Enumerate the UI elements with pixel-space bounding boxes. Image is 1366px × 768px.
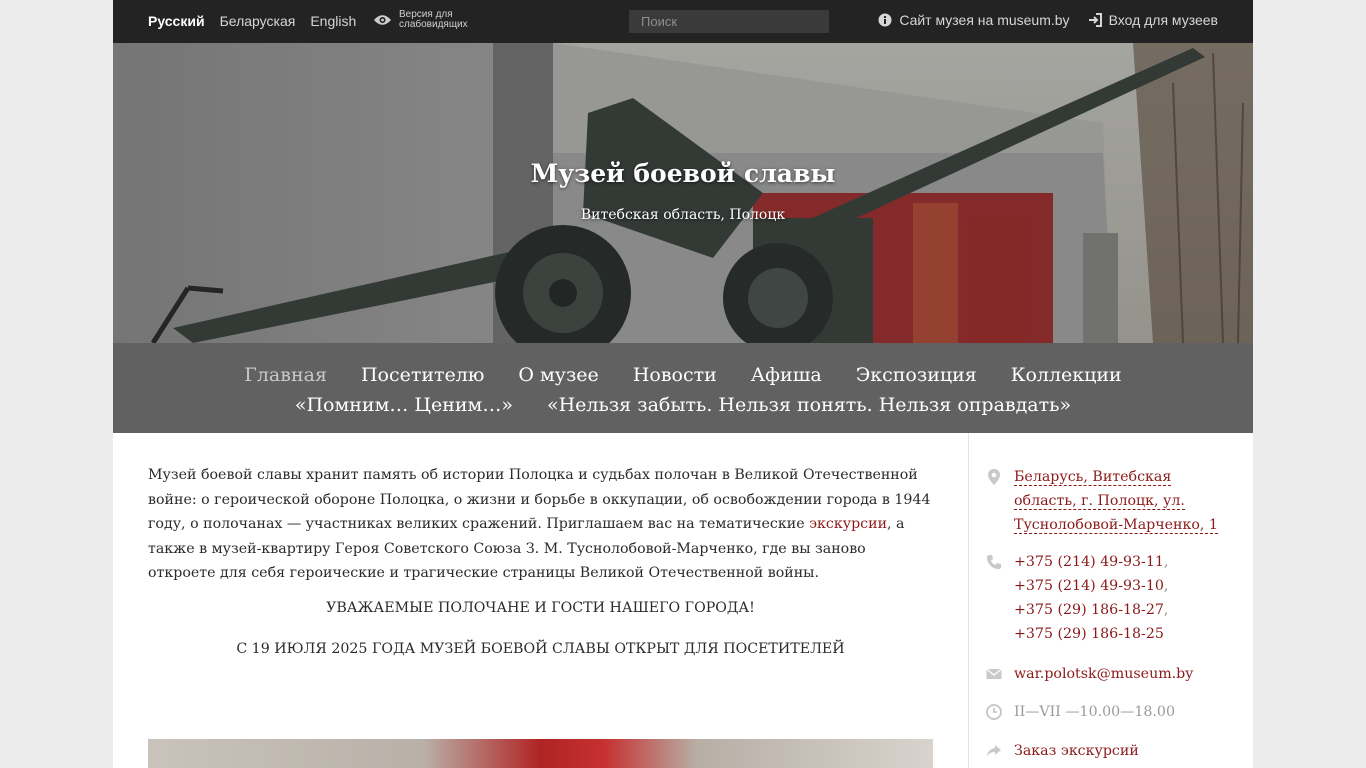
phone-3[interactable]: +375 (29) 186-18-27: [1014, 602, 1164, 618]
top-links: Сайт музея на museum.by Вход для музеев: [878, 12, 1218, 28]
nav-item-news[interactable]: Новости: [633, 360, 717, 390]
nav-item-visitor[interactable]: Посетителю: [361, 360, 484, 390]
museum-site-link[interactable]: Сайт музея на museum.by: [878, 12, 1070, 28]
map-pin-icon: [988, 469, 1000, 485]
clock-icon: [986, 704, 1002, 720]
excursions-link[interactable]: экскурсии: [809, 516, 887, 532]
nav-item-exposition[interactable]: Экспозиция: [856, 360, 977, 390]
address-row: Беларусь, Витебская область, г. Полоцк, …: [986, 465, 1236, 537]
lang-english[interactable]: English: [310, 13, 356, 29]
phone-2[interactable]: +375 (214) 49-93-10: [1014, 578, 1164, 594]
envelope-icon: [986, 668, 1002, 679]
phone-4[interactable]: +375 (29) 186-18-25: [1014, 626, 1164, 642]
share-arrow-icon: [987, 745, 1001, 757]
tour-order-link[interactable]: Заказ экскурсий: [1014, 739, 1139, 767]
nav-item-home[interactable]: Главная: [244, 360, 327, 390]
page-title: Музей боевой славы: [530, 159, 836, 188]
nav-item-collections[interactable]: Коллекции: [1011, 360, 1122, 390]
login-icon: [1088, 13, 1102, 27]
hours-row: II—VII —10.00—18.00: [986, 700, 1175, 728]
language-switcher: Русский Беларуская English: [148, 13, 356, 29]
email-link[interactable]: war.polotsk@museum.by: [1014, 662, 1193, 690]
page: Русский Беларуская English Версия для сл…: [113, 0, 1253, 768]
info-icon: [878, 13, 892, 27]
opening-hours: II—VII —10.00—18.00: [1014, 704, 1175, 720]
email-row: war.polotsk@museum.by: [986, 662, 1193, 690]
phone-icon: [987, 555, 1001, 569]
low-vision-label: Версия для слабовидящих: [399, 9, 468, 30]
search-input[interactable]: [629, 10, 829, 33]
museum-login-link[interactable]: Вход для музеев: [1088, 12, 1218, 28]
nav-item-cannot-forget[interactable]: «Нельзя забыть. Нельзя понять. Нельзя оп…: [547, 390, 1071, 420]
address-link[interactable]: Беларусь, Витебская область, г. Полоцк, …: [1014, 469, 1218, 534]
museum-login-label: Вход для музеев: [1108, 12, 1218, 28]
phone-1[interactable]: +375 (214) 49-93-11: [1014, 554, 1164, 570]
page-subtitle: Витебская область, Полоцк: [580, 207, 786, 223]
nav-item-remember[interactable]: «Помним… Ценим…»: [295, 390, 513, 420]
phones-row: +375 (214) 49-93-11, +375 (214) 49-93-10…: [986, 550, 1168, 646]
featured-image: [148, 739, 933, 768]
lang-russian[interactable]: Русский: [148, 13, 205, 29]
lang-belarusian[interactable]: Беларуская: [220, 13, 296, 29]
tour-row: Заказ экскурсий: [986, 739, 1139, 767]
nav-item-about[interactable]: О музее: [518, 360, 598, 390]
hero-shade: [113, 43, 1253, 343]
top-bar: Русский Беларуская English Версия для сл…: [113, 0, 1253, 43]
nav-item-events[interactable]: Афиша: [751, 360, 822, 390]
museum-site-label: Сайт музея на museum.by: [899, 12, 1070, 28]
notice-opening: С 19 ИЮЛЯ 2025 ГОДА МУЗЕЙ БОЕВОЙ СЛАВЫ О…: [236, 641, 845, 657]
main-nav: Главная Посетителю О музее Новости Афиша…: [113, 343, 1253, 433]
intro-paragraph: Музей боевой славы хранит память об исто…: [148, 463, 933, 586]
low-vision-link[interactable]: Версия для слабовидящих: [373, 10, 479, 30]
eye-icon: [373, 15, 392, 25]
contacts-sidebar: Беларусь, Витебская область, г. Полоцк, …: [968, 433, 1253, 768]
notice-greeting: УВАЖАЕМЫЕ ПОЛОЧАНЕ И ГОСТИ НАШЕГО ГОРОДА…: [326, 600, 755, 616]
hero-banner: Музей боевой славы Витебская область, По…: [113, 43, 1253, 343]
main-content: Музей боевой славы хранит память об исто…: [113, 433, 968, 768]
